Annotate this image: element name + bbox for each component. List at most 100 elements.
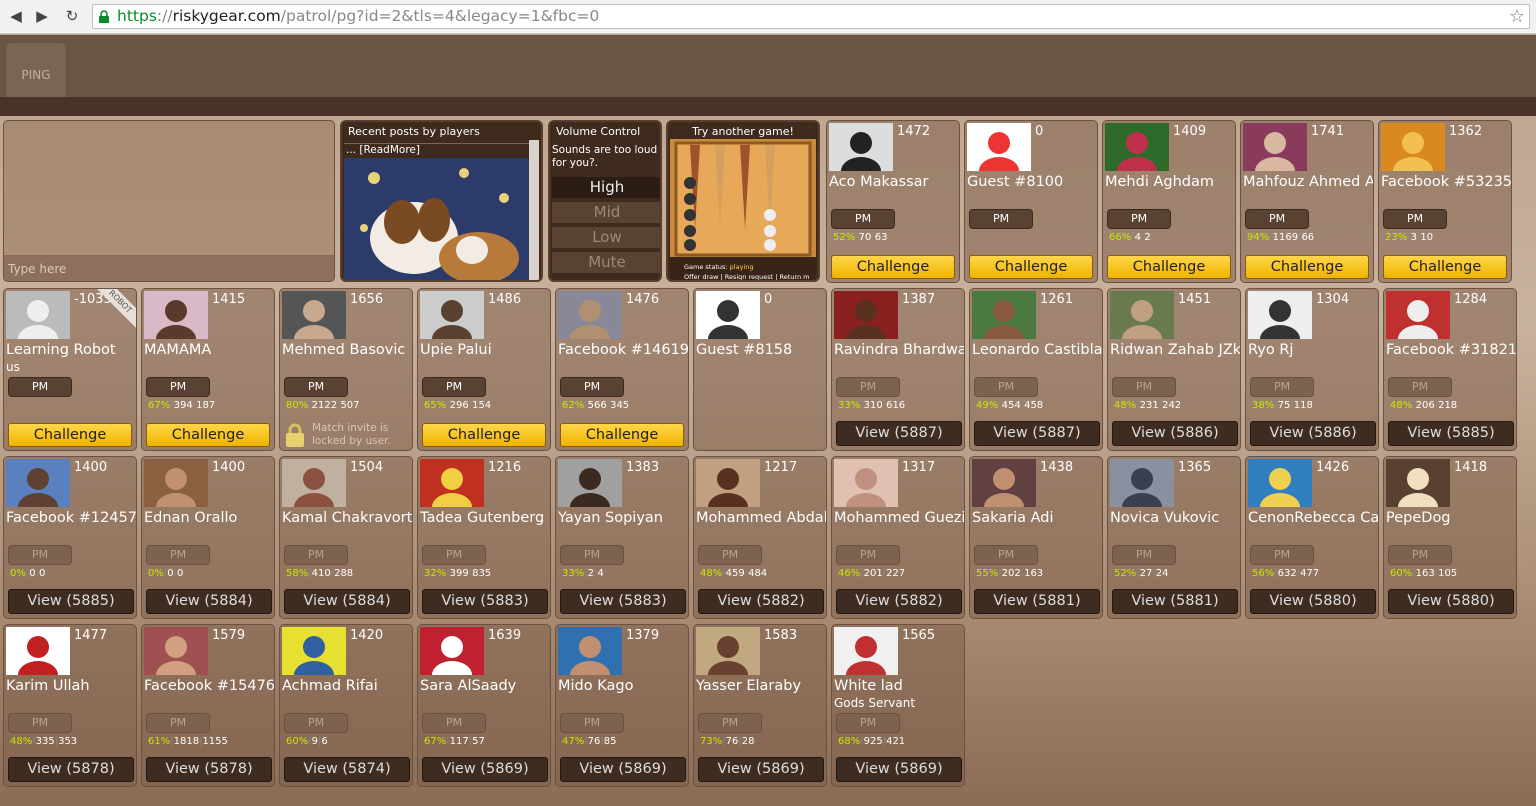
view-button[interactable]: View (5880) bbox=[1388, 589, 1514, 614]
pm-button[interactable]: PM bbox=[146, 377, 210, 397]
player-name[interactable]: White lad bbox=[834, 678, 964, 694]
pm-button[interactable]: PM bbox=[1250, 545, 1314, 565]
player-name[interactable]: Aco Makassar bbox=[829, 174, 959, 190]
player-name[interactable]: Guest #8100 bbox=[967, 174, 1097, 190]
player-name[interactable]: Guest #8158 bbox=[696, 342, 826, 358]
challenge-button[interactable]: Challenge bbox=[1245, 255, 1369, 279]
player-name[interactable]: Mahfouz Ahmed A bbox=[1243, 174, 1373, 190]
pm-button[interactable]: PM bbox=[560, 713, 624, 733]
avatar[interactable] bbox=[558, 459, 622, 507]
avatar[interactable] bbox=[1248, 459, 1312, 507]
view-button[interactable]: View (5883) bbox=[422, 589, 548, 614]
pm-button[interactable]: PM bbox=[1112, 377, 1176, 397]
avatar[interactable] bbox=[1105, 123, 1169, 171]
player-name[interactable]: Achmad Rifai bbox=[282, 678, 412, 694]
avatar[interactable] bbox=[834, 291, 898, 339]
try-game-panel[interactable]: Try another game! Game status: playing O… bbox=[666, 120, 820, 282]
player-name[interactable]: Mohammed Abdal bbox=[696, 510, 826, 526]
view-button[interactable]: View (5887) bbox=[974, 421, 1100, 446]
avatar[interactable] bbox=[144, 459, 208, 507]
player-name[interactable]: Facebook #154767 bbox=[144, 678, 274, 694]
challenge-button[interactable]: Challenge bbox=[831, 255, 955, 279]
pm-button[interactable]: PM bbox=[969, 209, 1033, 229]
pm-button[interactable]: PM bbox=[8, 545, 72, 565]
pm-button[interactable]: PM bbox=[974, 377, 1038, 397]
posts-scrollbar[interactable] bbox=[529, 140, 539, 280]
volume-mute-option[interactable]: Mute bbox=[552, 252, 660, 273]
view-button[interactable]: View (5869) bbox=[836, 757, 962, 782]
reload-icon[interactable]: ↻ bbox=[62, 6, 82, 26]
player-name[interactable]: Yayan Sopiyan bbox=[558, 510, 688, 526]
avatar[interactable] bbox=[558, 627, 622, 675]
view-button[interactable]: View (5881) bbox=[974, 589, 1100, 614]
player-name[interactable]: Karim Ullah bbox=[6, 678, 136, 694]
player-name[interactable]: Facebook #124571 bbox=[6, 510, 136, 526]
player-name[interactable]: Ryo Rj bbox=[1248, 342, 1378, 358]
player-name[interactable]: Ridwan Zahab JZko bbox=[1110, 342, 1240, 358]
player-name[interactable]: Sakaria Adi bbox=[972, 510, 1102, 526]
avatar[interactable] bbox=[420, 627, 484, 675]
player-name[interactable]: Learning Robot bbox=[6, 342, 136, 358]
avatar[interactable] bbox=[696, 627, 760, 675]
avatar[interactable] bbox=[834, 459, 898, 507]
avatar[interactable] bbox=[972, 291, 1036, 339]
avatar[interactable] bbox=[967, 123, 1031, 171]
pm-button[interactable]: PM bbox=[836, 545, 900, 565]
challenge-button[interactable]: Challenge bbox=[560, 423, 684, 447]
pm-button[interactable]: PM bbox=[1112, 545, 1176, 565]
avatar[interactable] bbox=[1110, 291, 1174, 339]
pm-button[interactable]: PM bbox=[831, 209, 895, 229]
view-button[interactable]: View (5882) bbox=[698, 589, 824, 614]
pm-button[interactable]: PM bbox=[422, 545, 486, 565]
pm-button[interactable]: PM bbox=[284, 713, 348, 733]
player-name[interactable]: MAMAMA bbox=[144, 342, 274, 358]
avatar[interactable] bbox=[1386, 291, 1450, 339]
player-name[interactable]: Upie Palui bbox=[420, 342, 550, 358]
pm-button[interactable]: PM bbox=[1250, 377, 1314, 397]
pm-button[interactable]: PM bbox=[836, 713, 900, 733]
pm-button[interactable]: PM bbox=[146, 713, 210, 733]
view-button[interactable]: View (5887) bbox=[836, 421, 962, 446]
pm-button[interactable]: PM bbox=[560, 545, 624, 565]
player-name[interactable]: Yasser Elaraby bbox=[696, 678, 826, 694]
volume-mid-option[interactable]: Mid bbox=[552, 202, 660, 223]
view-button[interactable]: View (5885) bbox=[1388, 421, 1514, 446]
avatar[interactable] bbox=[6, 627, 70, 675]
avatar[interactable] bbox=[834, 627, 898, 675]
view-button[interactable]: View (5886) bbox=[1250, 421, 1376, 446]
avatar[interactable] bbox=[1386, 459, 1450, 507]
challenge-button[interactable]: Challenge bbox=[422, 423, 546, 447]
back-arrow-icon[interactable]: ◀ bbox=[6, 6, 26, 26]
challenge-button[interactable]: Challenge bbox=[969, 255, 1093, 279]
volume-high-option[interactable]: High bbox=[552, 177, 660, 198]
player-name[interactable]: Ravindra Bhardwa bbox=[834, 342, 964, 358]
pm-button[interactable]: PM bbox=[698, 713, 762, 733]
pm-button[interactable]: PM bbox=[284, 545, 348, 565]
avatar[interactable] bbox=[1381, 123, 1445, 171]
pm-button[interactable]: PM bbox=[284, 377, 348, 397]
view-button[interactable]: View (5885) bbox=[8, 589, 134, 614]
player-name[interactable]: Mehdi Aghdam bbox=[1105, 174, 1235, 190]
view-button[interactable]: View (5882) bbox=[836, 589, 962, 614]
view-button[interactable]: View (5881) bbox=[1112, 589, 1238, 614]
view-button[interactable]: View (5886) bbox=[1112, 421, 1238, 446]
volume-low-option[interactable]: Low bbox=[552, 227, 660, 248]
challenge-button[interactable]: Challenge bbox=[1107, 255, 1231, 279]
avatar[interactable] bbox=[1248, 291, 1312, 339]
avatar[interactable] bbox=[972, 459, 1036, 507]
view-button[interactable]: View (5884) bbox=[284, 589, 410, 614]
pm-button[interactable]: PM bbox=[1388, 377, 1452, 397]
pm-button[interactable]: PM bbox=[836, 377, 900, 397]
view-button[interactable]: View (5878) bbox=[146, 757, 272, 782]
chat-input[interactable]: Type here bbox=[4, 255, 334, 281]
view-button[interactable]: View (5878) bbox=[8, 757, 134, 782]
player-name[interactable]: Leonardo Castibla bbox=[972, 342, 1102, 358]
address-bar[interactable]: https://riskygear.com/patrol/pg?id=2&tls… bbox=[92, 4, 1530, 29]
pm-button[interactable]: PM bbox=[1383, 209, 1447, 229]
player-name[interactable]: Mehmed Basovic bbox=[282, 342, 412, 358]
player-name[interactable]: Facebook #146198 bbox=[558, 342, 688, 358]
avatar[interactable] bbox=[420, 291, 484, 339]
pm-button[interactable]: PM bbox=[422, 713, 486, 733]
challenge-button[interactable]: Challenge bbox=[1383, 255, 1507, 279]
avatar[interactable] bbox=[420, 459, 484, 507]
